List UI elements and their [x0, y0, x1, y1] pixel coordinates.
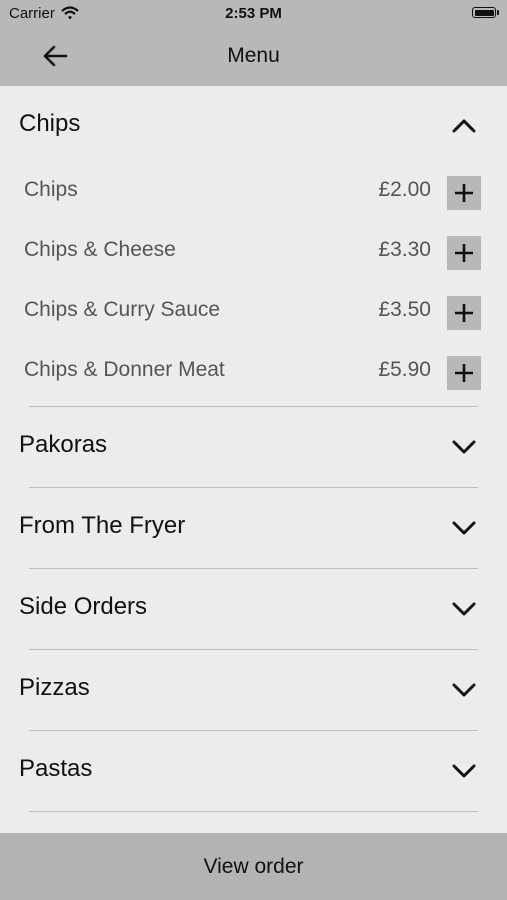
navigation-bar: Carrier 2:53 PM Menu [0, 0, 507, 86]
item-name: Chips [24, 178, 78, 201]
section-title: Pakoras [19, 431, 108, 458]
plus-icon [455, 244, 473, 262]
status-bar: Carrier 2:53 PM [0, 0, 507, 28]
chevron-up-icon[interactable] [450, 112, 478, 140]
item-price: £3.50 [378, 298, 431, 321]
item-name: Chips & Curry Sauce [24, 298, 221, 321]
item-name: Chips & Donner Meat [24, 358, 225, 381]
chevron-down-icon[interactable] [450, 595, 478, 623]
chevron-down-icon[interactable] [450, 757, 478, 785]
plus-icon [455, 304, 473, 322]
item-price: £3.30 [378, 238, 431, 261]
section-side-orders[interactable]: Side Orders [19, 569, 478, 650]
menu-item: Chips & Cheese £3.30 [24, 226, 481, 286]
chevron-down-icon[interactable] [450, 676, 478, 704]
section-title: Side Orders [19, 593, 148, 620]
section-pakoras[interactable]: Pakoras [19, 407, 478, 488]
plus-icon [455, 364, 473, 382]
page-title: Menu [227, 44, 280, 67]
add-item-button[interactable] [447, 356, 481, 390]
section-title: From The Fryer [19, 512, 186, 539]
add-item-button[interactable] [447, 236, 481, 270]
item-price: £2.00 [378, 178, 431, 201]
plus-icon [455, 184, 473, 202]
menu-item: Chips & Donner Meat £5.90 [24, 346, 481, 406]
menu-list: Chips Chips £2.00 Chips & Cheese £3.30 C… [0, 86, 507, 833]
menu-item: Chips £2.00 [24, 166, 481, 226]
section-chips: Chips Chips £2.00 Chips & Cheese £3.30 C… [19, 86, 481, 407]
menu-item: Chips & Curry Sauce £3.50 [24, 286, 481, 346]
section-title: Chips [19, 110, 81, 137]
section-header[interactable]: Chips [19, 86, 478, 166]
section-pastas[interactable]: Pastas [19, 731, 478, 812]
section-pizzas[interactable]: Pizzas [19, 650, 478, 731]
item-name: Chips & Cheese [24, 238, 176, 261]
add-item-button[interactable] [447, 296, 481, 330]
section-from-the-fryer[interactable]: From The Fryer [19, 488, 478, 569]
section-title: Pizzas [19, 674, 90, 701]
battery-icon [472, 7, 496, 18]
add-item-button[interactable] [447, 176, 481, 210]
status-time: 2:53 PM [225, 5, 282, 22]
section-title: Pastas [19, 755, 93, 782]
item-price: £5.90 [378, 358, 431, 381]
chevron-down-icon[interactable] [450, 433, 478, 461]
battery-tip [497, 10, 499, 15]
chevron-down-icon[interactable] [450, 514, 478, 542]
view-order-button[interactable]: View order [0, 833, 507, 900]
